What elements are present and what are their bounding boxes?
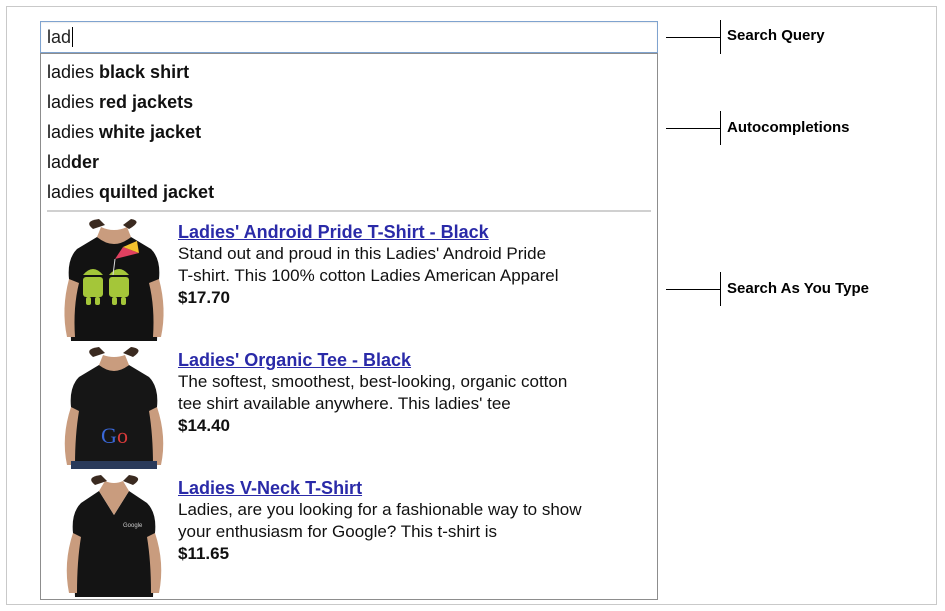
callout-bracket: [720, 111, 721, 145]
product-title-link[interactable]: Ladies V-Neck T-Shirt: [178, 477, 653, 499]
svg-text:Google: Google: [123, 523, 143, 529]
text-caret: [72, 27, 74, 47]
product-result: Ladies' Android Pride T-Shirt - Black St…: [41, 217, 657, 345]
vneck-tshirt-image[interactable]: Google: [53, 475, 175, 597]
autocomplete-item[interactable]: ladder: [41, 147, 657, 177]
callout-connector: [666, 37, 720, 38]
product-price: $14.40: [178, 416, 230, 435]
product-description-line: Ladies, are you looking for a fashionabl…: [178, 500, 582, 519]
search-as-you-type-results: Ladies' Android Pride T-Shirt - Black St…: [41, 217, 657, 601]
autocomplete-item[interactable]: ladies black shirt: [41, 57, 657, 87]
product-description-line: Stand out and proud in this Ladies' Andr…: [178, 244, 547, 263]
product-description-line: tee shirt available anywhere. This ladie…: [178, 394, 511, 413]
product-description-line: T-shirt. This 100% cotton Ladies America…: [178, 266, 559, 285]
callout-bracket: [720, 20, 721, 54]
callout-connector: [666, 289, 720, 290]
product-price: $11.65: [178, 544, 230, 563]
autocomplete-item[interactable]: ladies red jackets: [41, 87, 657, 117]
callout-bracket: [720, 272, 721, 306]
product-result: Google Ladies V-Neck T-Shirt Ladies, are…: [41, 473, 657, 601]
callout-autocompletions: Autocompletions: [727, 119, 850, 136]
product-title-link[interactable]: Ladies' Android Pride T-Shirt - Black: [178, 221, 653, 243]
search-query-text: lad: [47, 27, 74, 47]
product-description-line: The softest, smoothest, best-looking, or…: [178, 372, 568, 391]
product-price: $17.70: [178, 288, 230, 307]
product-info: Ladies V-Neck T-Shirt Ladies, are you lo…: [178, 477, 653, 565]
search-input[interactable]: lad: [40, 21, 658, 53]
autocomplete-list: ladies black shirt ladies red jackets la…: [41, 57, 657, 207]
product-info: Ladies' Android Pride T-Shirt - Black St…: [178, 221, 653, 309]
product-description-line: your enthusiasm for Google? This t-shirt…: [178, 522, 498, 541]
product-info: Ladies' Organic Tee - Black The softest,…: [178, 349, 653, 437]
svg-text:o: o: [117, 423, 128, 448]
autocomplete-item[interactable]: ladies white jacket: [41, 117, 657, 147]
svg-text:G: G: [101, 423, 117, 448]
autocomplete-item[interactable]: ladies quilted jacket: [41, 177, 657, 207]
callout-search-as-you-type: Search As You Type: [727, 280, 869, 297]
organic-tee-image[interactable]: G o: [53, 347, 175, 469]
product-title-link[interactable]: Ladies' Organic Tee - Black: [178, 349, 653, 371]
android-pride-tshirt-image[interactable]: [53, 219, 175, 341]
callout-search-query: Search Query: [727, 27, 825, 44]
search-suggestions-dropdown: ladies black shirt ladies red jackets la…: [40, 53, 658, 600]
product-result: G o Ladies' Organic Tee - Black The soft…: [41, 345, 657, 473]
dropdown-divider: [47, 210, 651, 212]
callout-connector: [666, 128, 720, 129]
